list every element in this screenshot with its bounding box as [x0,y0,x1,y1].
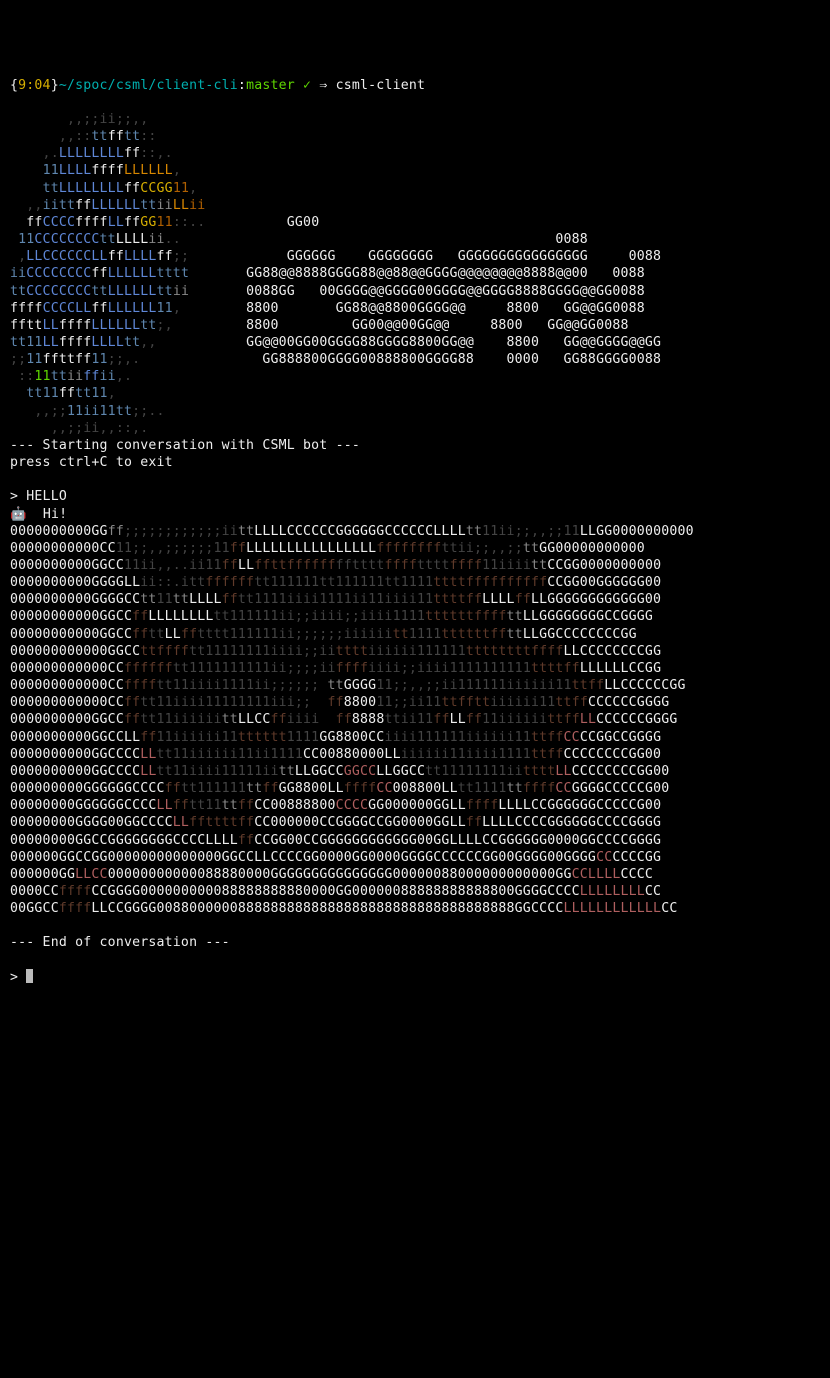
robot-icon: 🤖 [10,507,27,522]
ascii-logo: ,,;;ii;;,, ,,::ttfftt:: ,.LLLLLLLLff::,.… [10,112,661,436]
input-prompt[interactable]: > [10,970,33,985]
bot-reply-line: 🤖 Hi! [10,507,67,522]
conversation-start: --- Starting conversation with CSML bot … [10,438,360,453]
ascii-art-block: 0000000000GGff;;;;;;;;;;;;iittLLLLCCCCCC… [10,524,694,916]
cursor-icon [26,969,33,983]
command-text: csml-client [336,78,426,93]
prompt-line: {9:04}~/spoc/csml/client-cli:master ✓ ⇒ … [10,78,425,93]
user-input-line: > HELLO [10,489,67,504]
terminal[interactable]: {9:04}~/spoc/csml/client-cli:master ✓ ⇒ … [10,77,820,986]
exit-hint: press ctrl+C to exit [10,455,173,470]
conversation-end: --- End of conversation --- [10,935,230,950]
